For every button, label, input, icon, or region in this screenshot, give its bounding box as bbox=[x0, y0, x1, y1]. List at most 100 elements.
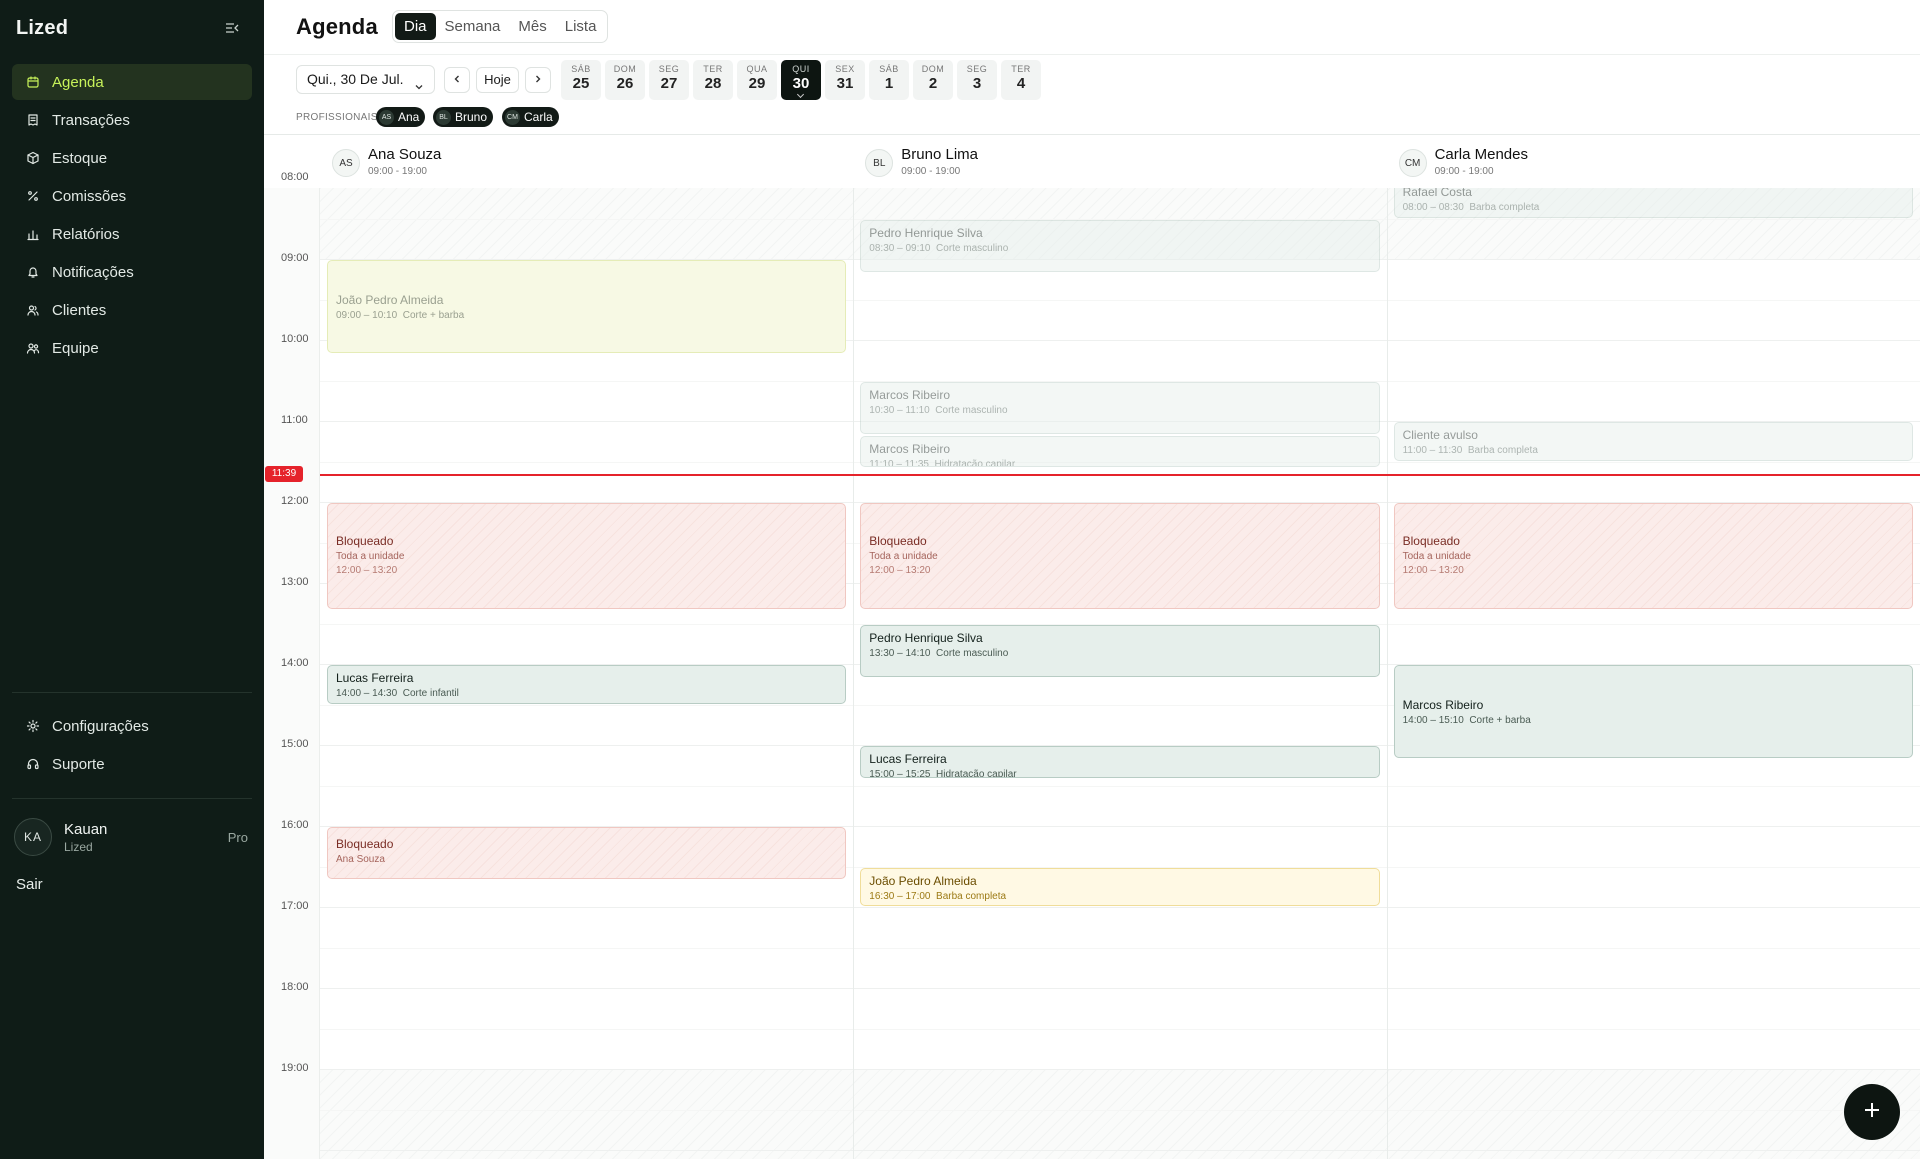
avatar: AS bbox=[332, 149, 360, 177]
time-label: 11:00 bbox=[281, 414, 308, 426]
event-time: 12:00 – 13:20 bbox=[869, 565, 931, 576]
tab-mes[interactable]: Mês bbox=[509, 13, 555, 40]
headset-icon bbox=[26, 757, 40, 771]
block-scope: Ana Souza bbox=[336, 854, 385, 865]
day-button[interactable]: SÁB 1 bbox=[869, 60, 909, 100]
blocked-slot[interactable]: Bloqueado Toda a unidade 12:00 – 13:20 bbox=[327, 503, 847, 609]
event-time: 14:00 – 15:10 bbox=[1402, 715, 1464, 727]
appointment-card[interactable]: Pedro Henrique Silva 08:30 – 09:10 Corte … bbox=[860, 219, 1380, 272]
next-day-button[interactable] bbox=[525, 67, 551, 93]
sidebar-item-agenda[interactable]: Agenda bbox=[12, 64, 252, 100]
day-button[interactable]: TER 4 bbox=[1001, 60, 1041, 100]
professional-chip[interactable]: CM Carla bbox=[502, 107, 559, 127]
sidebar-item-clientes[interactable]: Clientes bbox=[12, 292, 252, 328]
day-button[interactable]: QUA 29 bbox=[737, 60, 777, 100]
day-button[interactable]: SEX 31 bbox=[825, 60, 865, 100]
day-button[interactable]: SEG 3 bbox=[957, 60, 997, 100]
appointment-card[interactable]: Lucas Ferreira 15:00 – 15:25 Hidratação c… bbox=[860, 746, 1380, 778]
time-label: 18:00 bbox=[281, 981, 309, 993]
gear-icon bbox=[26, 719, 40, 733]
day-number: 25 bbox=[572, 75, 590, 92]
event-time: 11:10 – 11:35 bbox=[869, 458, 929, 468]
add-appointment-button[interactable] bbox=[1844, 1084, 1900, 1140]
day-number: 27 bbox=[660, 75, 678, 92]
appointment-card[interactable]: Marcos Ribeiro 14:00 – 15:10 Corte + barb… bbox=[1393, 665, 1913, 758]
avatar: KA bbox=[14, 818, 52, 856]
day-button[interactable]: DOM 26 bbox=[605, 60, 645, 100]
time-label: 14:00 bbox=[281, 657, 309, 669]
hour-gridline bbox=[320, 1109, 1920, 1111]
appointment-card[interactable]: Marcos Ribeiro 11:10 – 11:35 Hidratação c… bbox=[860, 435, 1380, 468]
today-button[interactable]: Hoje bbox=[476, 67, 519, 93]
sidebar-item-label: Clientes bbox=[52, 301, 107, 319]
day-button[interactable]: SÁB 25 bbox=[561, 60, 601, 100]
day-number: 4 bbox=[1016, 75, 1026, 92]
sidebar-item-comissoes[interactable]: Comissões bbox=[12, 178, 252, 214]
event-title: Rafael Costa bbox=[1402, 188, 1472, 199]
event-service: Corte masculino bbox=[935, 404, 1008, 416]
receipt-icon bbox=[26, 113, 40, 127]
appointment-card[interactable]: João Pedro Almeida 16:30 – 17:00 Barba co… bbox=[860, 867, 1380, 906]
schedule-grid[interactable]: João Pedro Almeida 09:00 – 10:10 Corte + … bbox=[320, 188, 1920, 1159]
user-profile[interactable]: KA Kauan Lized Pro bbox=[14, 818, 250, 858]
hour-gridline bbox=[320, 1028, 1920, 1030]
hour-gridline bbox=[320, 1069, 1920, 1070]
tab-lista[interactable]: Lista bbox=[556, 13, 606, 40]
sidebar-item-suporte[interactable]: Suporte bbox=[12, 746, 252, 782]
professional-chip[interactable]: AS Ana bbox=[376, 107, 426, 127]
appointment-card[interactable]: Pedro Henrique Silva 13:30 – 14:10 Corte … bbox=[860, 624, 1380, 677]
user-name: Kauan bbox=[64, 821, 108, 838]
bar-chart-icon bbox=[26, 227, 40, 241]
sidebar-item-transacoes[interactable]: Transações bbox=[12, 102, 252, 138]
hour-gridline bbox=[320, 907, 1920, 908]
header-divider bbox=[264, 54, 1920, 55]
blocked-slot[interactable]: Bloqueado Toda a unidade 12:00 – 13:20 bbox=[1393, 503, 1913, 609]
professional-chip[interactable]: BL Bruno bbox=[433, 107, 494, 127]
time-label: 12:00 bbox=[281, 495, 309, 507]
blocked-slot[interactable]: Bloqueado Ana Souza bbox=[327, 827, 847, 879]
day-number: 31 bbox=[836, 75, 854, 92]
tab-semana[interactable]: Semana bbox=[436, 13, 510, 40]
logout-button[interactable]: Sair bbox=[16, 876, 43, 893]
sidebar-item-configuracoes[interactable]: Configurações bbox=[12, 708, 252, 744]
event-time: 13:30 – 14:10 bbox=[869, 647, 931, 659]
chip-avatar: AS bbox=[379, 109, 394, 125]
prev-day-button[interactable] bbox=[444, 67, 470, 93]
collapse-sidebar-icon[interactable] bbox=[224, 20, 240, 36]
current-time-line bbox=[320, 473, 1920, 476]
event-service: Corte infantil bbox=[402, 688, 459, 699]
day-weekday: DOM bbox=[921, 64, 945, 74]
sidebar-item-label: Transações bbox=[52, 111, 130, 129]
sidebar-item-relatorios[interactable]: Relatórios bbox=[12, 216, 252, 252]
sidebar-item-notificacoes[interactable]: Notificações bbox=[12, 254, 252, 290]
appointment-card[interactable]: Lucas Ferreira 14:00 – 14:30 Corte infant… bbox=[327, 665, 847, 704]
chip-label: Bruno bbox=[455, 110, 488, 124]
event-title: Cliente avulso bbox=[1402, 428, 1478, 442]
event-title: Pedro Henrique Silva bbox=[869, 225, 983, 240]
day-weekday: SEG bbox=[966, 64, 988, 74]
appointment-card[interactable]: João Pedro Almeida 09:00 – 10:10 Corte + … bbox=[327, 260, 847, 353]
day-button[interactable]: QUI 30 bbox=[781, 60, 821, 100]
sidebar-item-equipe[interactable]: Equipe bbox=[12, 330, 252, 366]
time-label: 16:00 bbox=[281, 819, 309, 831]
plan-badge: Pro bbox=[227, 830, 248, 845]
brand-logo: Lized bbox=[16, 17, 69, 39]
appointment-card[interactable]: Rafael Costa 08:00 – 08:30 Barba completa bbox=[1393, 188, 1913, 218]
sidebar: Lized Agenda Transações Estoque Comissões Re… bbox=[0, 0, 264, 1159]
calendar-icon bbox=[26, 75, 40, 89]
blocked-slot[interactable]: Bloqueado Toda a unidade 12:00 – 13:20 bbox=[860, 503, 1380, 609]
appointment-card[interactable]: Marcos Ribeiro 10:30 – 11:10 Corte mascul… bbox=[860, 381, 1380, 434]
day-button[interactable]: SEG 27 bbox=[649, 60, 689, 100]
appointment-card[interactable]: Cliente avulso 11:00 – 11:30 Barba comple… bbox=[1393, 422, 1913, 461]
sidebar-item-estoque[interactable]: Estoque bbox=[12, 140, 252, 176]
day-button[interactable]: DOM 2 bbox=[913, 60, 953, 100]
event-title: Marcos Ribeiro bbox=[869, 441, 950, 456]
event-service: Barba completa bbox=[936, 890, 1007, 902]
day-button[interactable]: TER 28 bbox=[693, 60, 733, 100]
day-number: 2 bbox=[928, 75, 938, 92]
block-scope: Toda a unidade bbox=[336, 551, 405, 562]
day-number: 30 bbox=[792, 75, 810, 92]
tab-dia[interactable]: Dia bbox=[395, 13, 436, 40]
event-title: Marcos Ribeiro bbox=[1402, 698, 1484, 713]
date-picker[interactable]: Qui., 30 De Jul. bbox=[296, 65, 435, 94]
